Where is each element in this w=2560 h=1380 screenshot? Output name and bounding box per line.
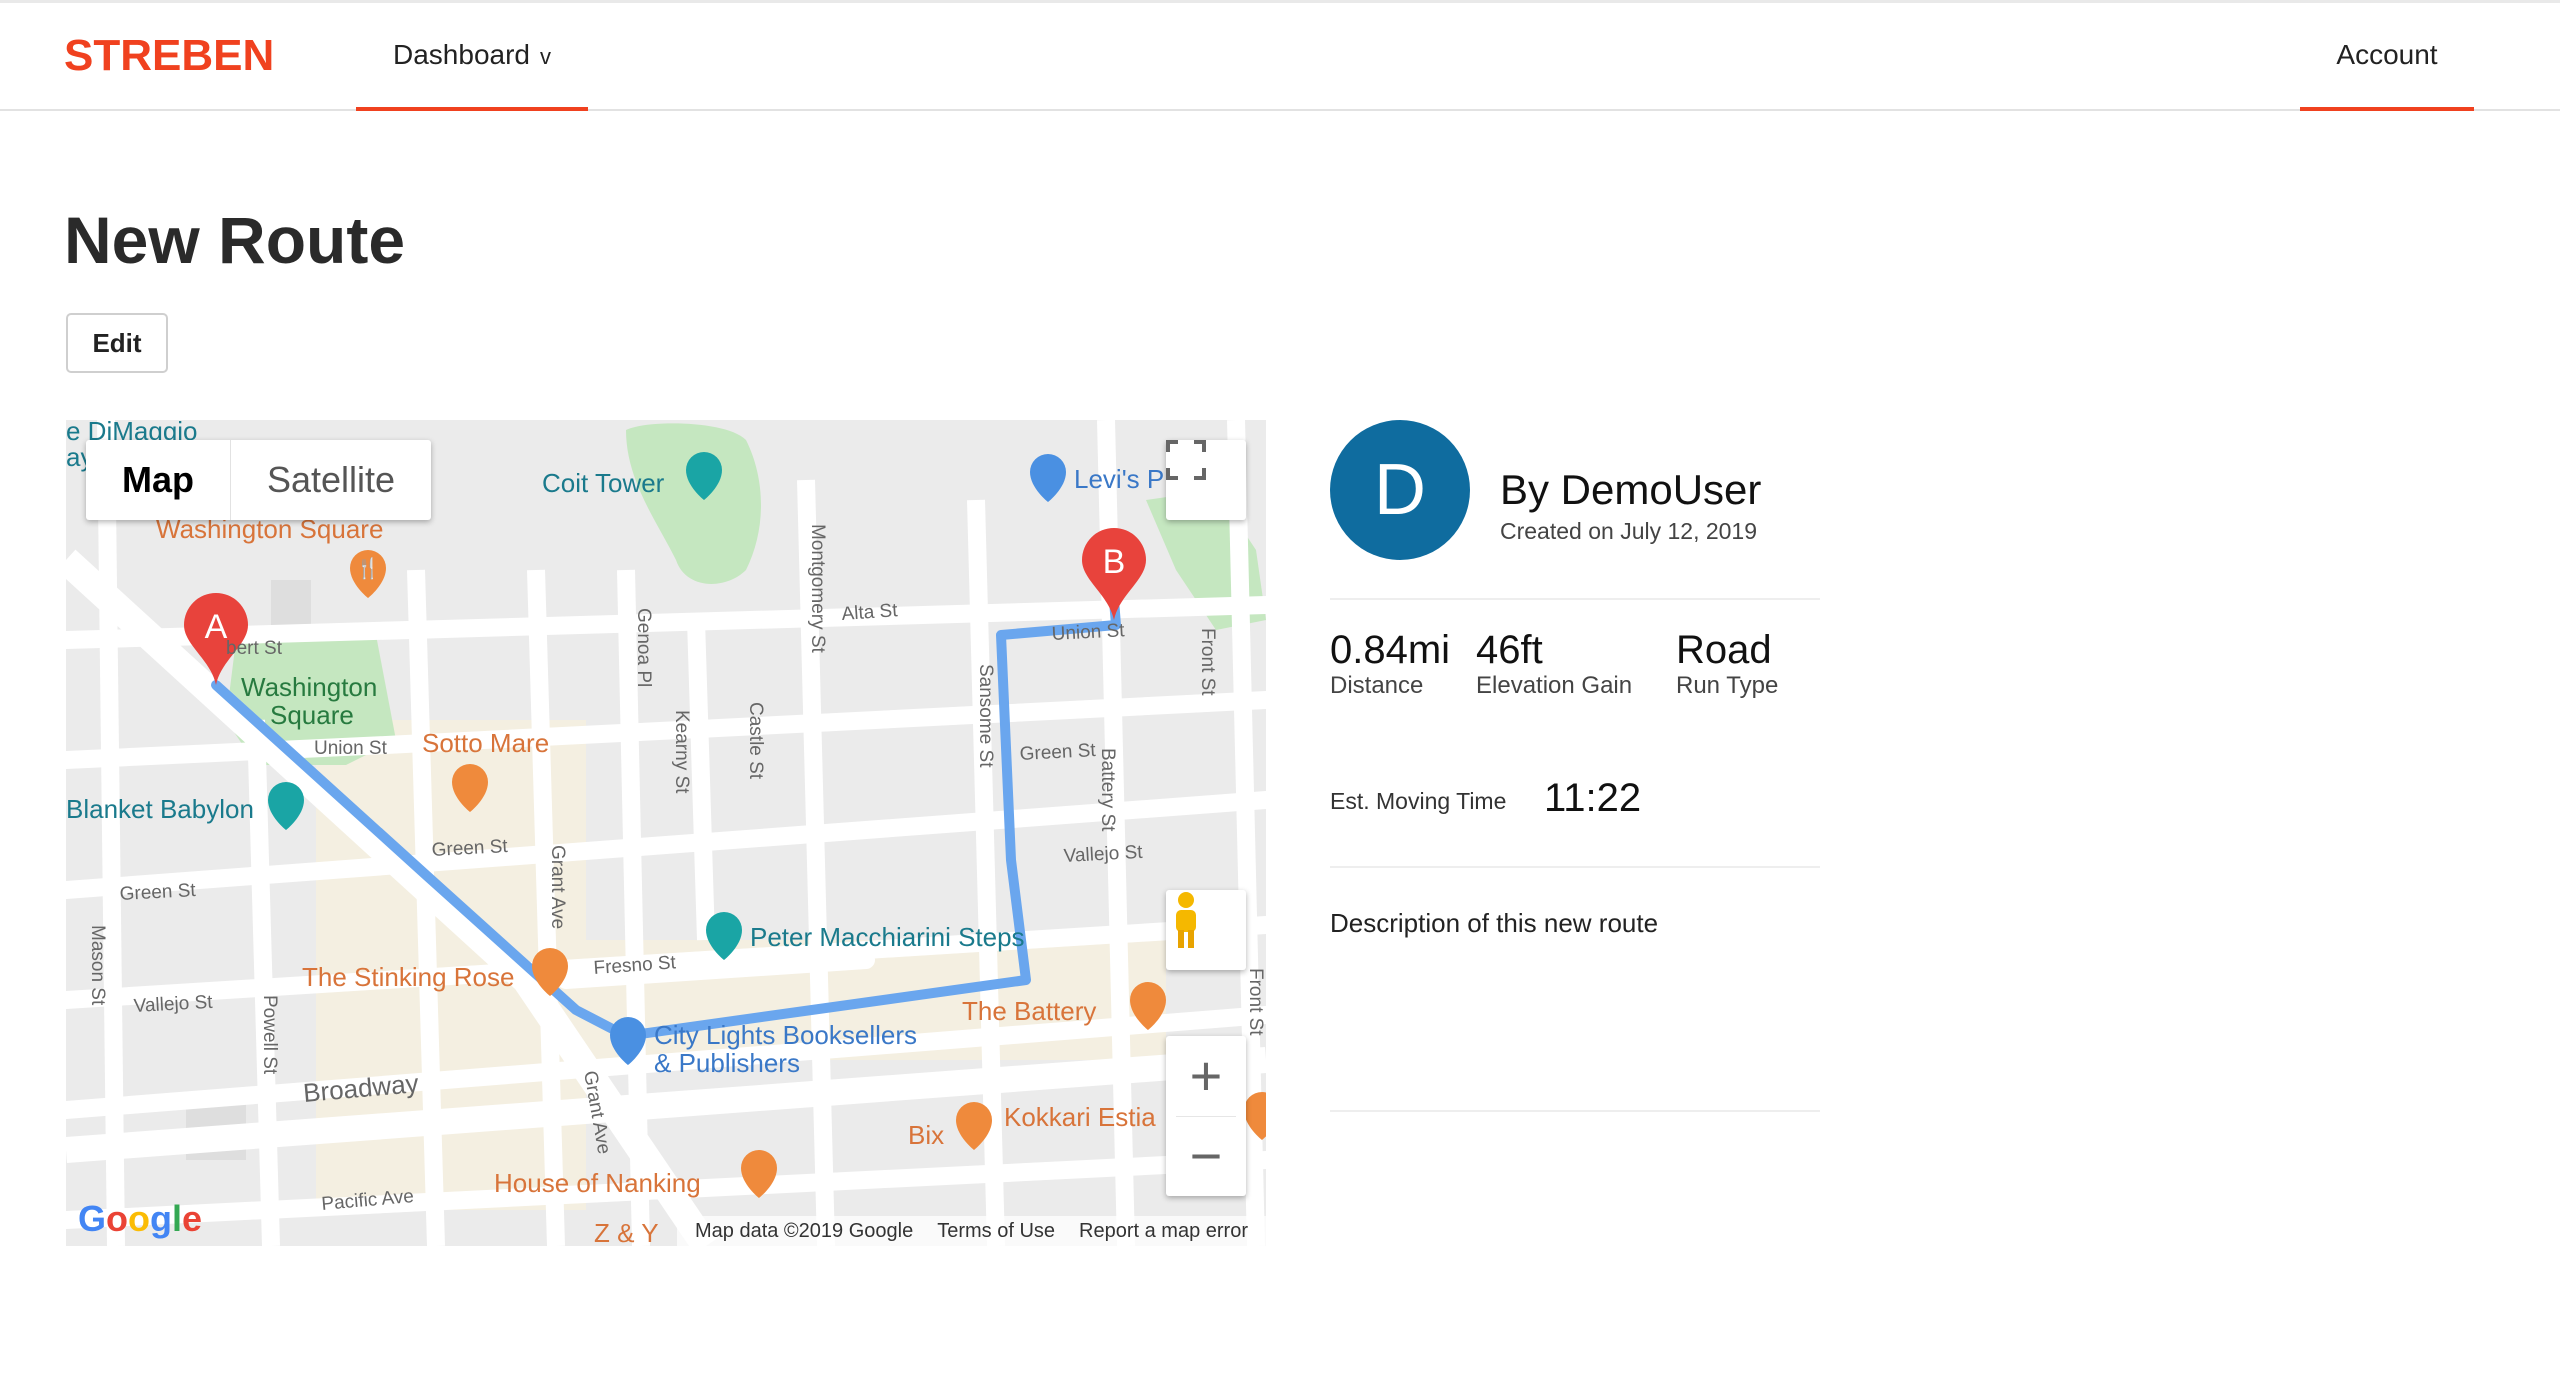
terms-of-use-link[interactable]: Terms of Use xyxy=(937,1220,1055,1243)
building-block xyxy=(271,580,311,630)
svg-text:A: A xyxy=(205,608,228,646)
map-type-map-button[interactable]: Map xyxy=(86,440,230,520)
street-label: Vallejo St xyxy=(133,992,214,1017)
street-label: Green St xyxy=(119,880,197,905)
route-author: By DemoUser xyxy=(1500,466,1762,513)
street-label: Genoa Pl xyxy=(633,608,654,687)
zoom-in-button[interactable]: + xyxy=(1166,1036,1246,1116)
chevron-down-icon: v xyxy=(539,44,551,69)
street-label: Sansome St xyxy=(975,664,996,768)
moving-time-label: Est. Moving Time xyxy=(1330,788,1507,814)
poi-label: Blanket Babylon xyxy=(66,794,254,824)
google-logo[interactable]: Google xyxy=(78,1198,202,1240)
poi-label: Peter Macchiarini Steps xyxy=(750,922,1025,952)
run-type-label: Run Type xyxy=(1676,672,1779,699)
poi-label: The Stinking Rose xyxy=(302,962,514,992)
street-label: Montgomery St xyxy=(807,524,828,654)
poi-label: Coit Tower xyxy=(542,468,665,498)
streben-logo[interactable]: STREBEN xyxy=(64,31,274,81)
page-title: New Route xyxy=(64,203,406,277)
run-type-value: Road xyxy=(1676,628,1772,672)
nav-dashboard-dropdown[interactable]: Dashboard v xyxy=(356,3,588,111)
shopping-icon[interactable] xyxy=(1030,454,1066,502)
divider xyxy=(1330,1110,1820,1112)
bar-icon[interactable] xyxy=(268,782,304,830)
street-label: Castle St xyxy=(745,702,766,780)
street-label: Alta St xyxy=(841,600,899,625)
fullscreen-button[interactable] xyxy=(1166,440,1246,520)
moving-time-value: 11:22 xyxy=(1544,776,1642,820)
fullscreen-icon xyxy=(1166,440,1206,480)
svg-text:🍴: 🍴 xyxy=(356,556,381,580)
street-label: Kearny St xyxy=(671,710,692,794)
map-attribution: Map data ©2019 Google Terms of Use Repor… xyxy=(676,1216,1266,1246)
poi-label: & Publishers xyxy=(654,1048,800,1078)
route-map[interactable]: 🍴 A B Washington Square Washington Squar… xyxy=(66,420,1266,1246)
route-description: Description of this new route xyxy=(1330,908,1659,938)
zoom-control: + − xyxy=(1166,1036,1246,1196)
street-label: Vallejo St xyxy=(1063,842,1144,867)
divider xyxy=(1330,598,1820,600)
poi-label: House of Nanking xyxy=(494,1168,701,1198)
zoom-out-button[interactable]: − xyxy=(1166,1117,1246,1197)
poi-label: Z & Y xyxy=(594,1218,659,1246)
distance-label: Distance xyxy=(1330,672,1424,699)
poi-label: City Lights Booksellers xyxy=(654,1020,917,1050)
nav-dashboard-label: Dashboard xyxy=(393,39,530,70)
street-label: Powell St xyxy=(259,995,280,1075)
street-label: Front St xyxy=(1197,628,1218,696)
distance-value: 0.84mi xyxy=(1330,628,1451,672)
street-label: Green St xyxy=(431,836,509,861)
poi-label: Sotto Mare xyxy=(422,728,549,758)
map-type-satellite-button[interactable]: Satellite xyxy=(230,440,431,520)
edit-button[interactable]: Edit xyxy=(66,313,168,373)
poi-label: Bix xyxy=(908,1120,944,1150)
elevation-value: 46ft xyxy=(1476,628,1543,672)
poi-label: The Battery xyxy=(962,996,1096,1026)
divider xyxy=(1330,866,1820,868)
poi-label: Kokkari Estia xyxy=(1004,1102,1156,1132)
svg-text:B: B xyxy=(1103,543,1126,581)
poi-label: Levi's P xyxy=(1074,464,1164,494)
report-map-error-link[interactable]: Report a map error xyxy=(1079,1220,1248,1243)
avatar[interactable]: D xyxy=(1330,420,1470,560)
street-label: Green St xyxy=(1019,740,1097,765)
coit-tower-park xyxy=(626,423,761,584)
map-type-control: Map Satellite xyxy=(86,440,432,520)
map-data-text: Map data ©2019 Google xyxy=(694,1219,914,1242)
street-label: Union St xyxy=(1051,620,1126,645)
nav-account-link[interactable]: Account xyxy=(2300,3,2474,111)
top-nav: STREBEN Dashboard v Account xyxy=(0,3,2560,111)
elevation-label: Elevation Gain xyxy=(1476,672,1633,699)
pegman-icon xyxy=(1176,892,1196,948)
street-view-button[interactable] xyxy=(1166,890,1246,970)
created-date: Created on July 12, 2019 xyxy=(1500,518,1758,544)
map-canvas[interactable]: 🍴 A B Washington Square Washington Squar… xyxy=(66,420,1266,1246)
street-label: Mason St xyxy=(87,925,108,1006)
street-label: Union St xyxy=(314,738,388,759)
restaurant-icon[interactable]: 🍴 xyxy=(350,550,386,598)
street-label: bert St xyxy=(226,638,283,659)
street-label: Front St xyxy=(1245,968,1266,1036)
street-label: Grant Ave xyxy=(547,845,568,929)
street-label: Battery St xyxy=(1097,748,1118,832)
poi-label: Washington xyxy=(241,672,377,702)
poi-label: Square xyxy=(270,700,354,730)
